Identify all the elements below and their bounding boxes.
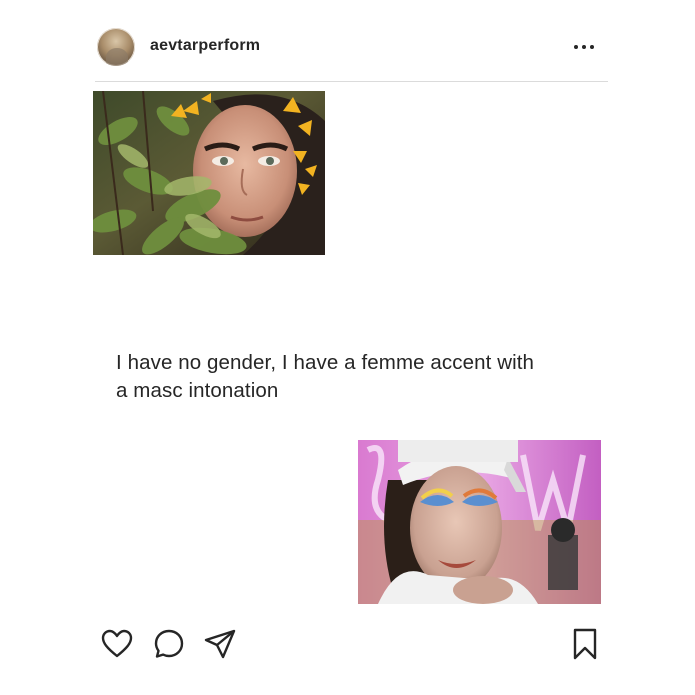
heart-icon[interactable]: [100, 627, 134, 661]
caption-line: I have no gender, I have a femme accent …: [116, 351, 535, 374]
post-image-leaves-portrait: [93, 91, 325, 255]
more-options-icon[interactable]: [574, 39, 594, 55]
post-image-makeup-portrait: [358, 440, 601, 604]
paper-plane-icon[interactable]: [203, 627, 237, 661]
more-dot: [582, 45, 586, 49]
post-caption: I have no gender, I have a femme accent …: [116, 349, 596, 405]
more-dot: [590, 45, 594, 49]
avatar[interactable]: [97, 28, 135, 66]
caption-line: a masc intonation: [116, 379, 279, 402]
bookmark-icon[interactable]: [568, 627, 602, 661]
username-link[interactable]: aevtarperform: [150, 37, 260, 55]
comment-bubble-icon[interactable]: [152, 627, 186, 661]
post-header: aevtarperform: [95, 26, 608, 82]
post-action-bar: [100, 627, 600, 661]
more-dot: [574, 45, 578, 49]
